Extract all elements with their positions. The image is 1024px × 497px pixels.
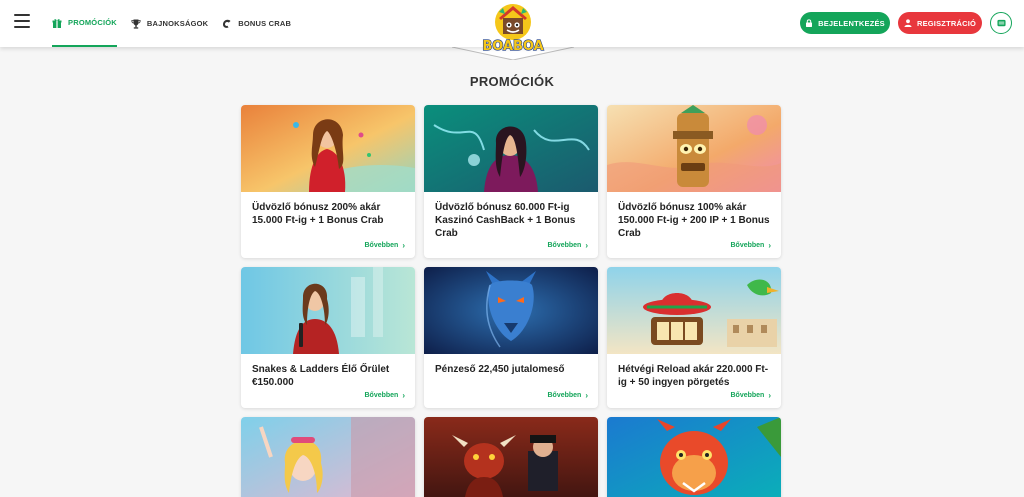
more-link[interactable]: Bővebben › [547, 241, 588, 250]
promo-card-title: Snakes & Ladders Élő Őrület €150.000 [252, 364, 390, 388]
promo-card-title: Üdvözlő bónusz 100% akár 150.000 Ft-ig +… [618, 202, 770, 239]
promo-card-image [424, 417, 598, 497]
nav-item-tournaments[interactable]: BAJNOKSÁGOK [131, 0, 208, 47]
nav-label: PROMÓCIÓK [68, 18, 117, 27]
promo-card-title: Üdvözlő bónusz 200% akár 15.000 Ft-ig + … [252, 202, 384, 226]
promo-card-image [607, 105, 781, 192]
main-nav: PROMÓCIÓK BAJNOKSÁGOK BONUS CRAB [52, 0, 305, 47]
chevron-right-icon: › [585, 241, 588, 250]
promo-card[interactable] [424, 417, 598, 497]
promo-card-image [241, 105, 415, 192]
more-label: Bővebben [364, 392, 399, 399]
chevron-right-icon: › [768, 241, 771, 250]
more-label: Bővebben [364, 242, 399, 249]
promo-card-title: Hétvégi Reload akár 220.000 Ft-ig + 50 i… [618, 364, 769, 388]
nav-label: BAJNOKSÁGOK [146, 19, 209, 28]
gift-icon [52, 18, 62, 28]
promo-card-image [607, 417, 781, 497]
more-label: Bővebben [547, 392, 582, 399]
more-link[interactable]: Bővebben › [364, 241, 405, 250]
promo-card[interactable]: Üdvözlő bónusz 60.000 Ft-ig Kaszinó Cash… [424, 105, 598, 258]
page-title: PROMÓCIÓK [469, 74, 555, 89]
chat-icon [996, 19, 1006, 26]
promo-card-image [241, 417, 415, 497]
chevron-right-icon: › [768, 391, 771, 400]
chevron-right-icon: › [402, 241, 405, 250]
logo-text: BOABOA [482, 39, 543, 54]
promo-card[interactable] [241, 417, 415, 497]
more-link[interactable]: Bővebben › [547, 391, 588, 400]
more-link[interactable]: Bővebben › [730, 241, 771, 250]
promo-card-image [241, 267, 415, 354]
promo-card-image [607, 267, 781, 354]
promo-card-image [424, 105, 598, 192]
trophy-icon [131, 19, 141, 29]
promo-card[interactable]: Üdvözlő bónusz 100% akár 150.000 Ft-ig +… [607, 105, 781, 258]
promo-card[interactable]: Hétvégi Reload akár 220.000 Ft-ig + 50 i… [607, 267, 781, 408]
promo-card-title: Pénzeső 22,450 jutalomeső [435, 364, 565, 375]
register-label: REGISZTRÁCIÓ [916, 18, 977, 28]
boaboa-logo[interactable]: BOABOA [459, 0, 567, 60]
more-link[interactable]: Bővebben › [364, 391, 405, 400]
chevron-right-icon: › [402, 391, 405, 400]
promo-card[interactable]: Pénzeső 22,450 jutalomeső Bővebben › [424, 267, 598, 408]
nav-item-promotions[interactable]: PROMÓCIÓK [52, 0, 117, 47]
login-button[interactable]: BEJELENTKEZÉS [800, 12, 890, 34]
chat-button[interactable] [990, 12, 1012, 34]
promo-card-title: Üdvözlő bónusz 60.000 Ft-ig Kaszinó Cash… [435, 202, 576, 239]
promo-card-image [424, 267, 598, 354]
login-label: BEJELENTKEZÉS [818, 18, 885, 28]
promo-card[interactable] [607, 417, 781, 497]
lock-icon [805, 19, 813, 27]
more-link[interactable]: Bővebben › [730, 391, 771, 400]
chevron-right-icon: › [585, 391, 588, 400]
nav-item-bonus-crab[interactable]: BONUS CRAB [222, 0, 291, 47]
nav-label: BONUS CRAB [238, 19, 292, 28]
crab-claw-icon [222, 19, 232, 29]
register-button[interactable]: REGISZTRÁCIÓ [898, 12, 982, 34]
user-icon [904, 19, 912, 27]
more-label: Bővebben [730, 392, 765, 399]
more-label: Bővebben [730, 242, 765, 249]
menu-icon[interactable] [14, 14, 30, 28]
promo-card[interactable]: Üdvözlő bónusz 200% akár 15.000 Ft-ig + … [241, 105, 415, 258]
more-label: Bővebben [547, 242, 582, 249]
promo-card[interactable]: Snakes & Ladders Élő Őrület €150.000 Bőv… [241, 267, 415, 408]
